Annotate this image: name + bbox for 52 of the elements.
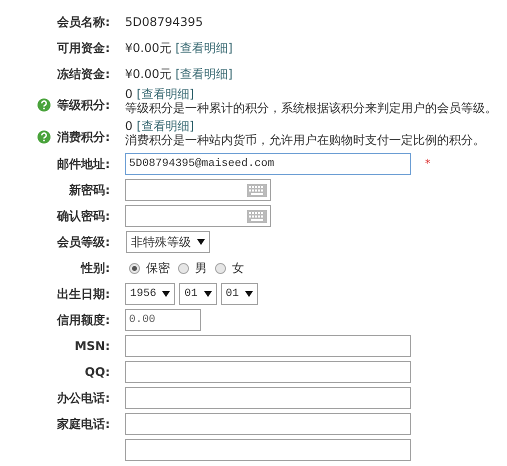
detail-link[interactable]: [查看明细] (136, 87, 194, 101)
field-label: 出生日期: (57, 286, 110, 303)
password-field[interactable] (125, 205, 271, 227)
radio-option[interactable]: 男 (178, 259, 207, 277)
field-label: 确认密码: (57, 208, 110, 225)
required-mark: * (425, 156, 430, 172)
field-label: 性别: (81, 260, 110, 277)
caret-icon (197, 239, 205, 245)
field-label: 新密码: (69, 182, 110, 199)
field-value: 0 (125, 119, 133, 133)
text-field[interactable] (125, 335, 411, 357)
text-field[interactable] (125, 361, 411, 383)
field-label: 会员等级: (57, 234, 110, 251)
field-label: 家庭电话: (57, 416, 110, 433)
credit-field[interactable]: 0.00 (125, 309, 201, 331)
text-field[interactable] (125, 387, 411, 409)
dropdown[interactable]: 1956 (125, 283, 176, 305)
field-label: 办公电话: (57, 390, 110, 407)
keyboard-icon[interactable] (247, 184, 267, 196)
caret-icon (162, 291, 170, 297)
field-value: 0 (125, 87, 133, 101)
detail-link[interactable]: [查看明细] (175, 39, 233, 57)
text-field[interactable] (125, 439, 411, 461)
keyboard-icon[interactable] (247, 210, 267, 222)
help-text: 消费积分是一种站内货币，允许用户在购物时支付一定比例的积分。 (125, 133, 485, 147)
dropdown[interactable]: 01 (220, 283, 258, 305)
field-value: ¥0.00元 (125, 40, 172, 57)
caret-icon (204, 291, 212, 297)
radio-option[interactable]: 保密 (129, 259, 170, 277)
radio-option[interactable]: 女 (215, 259, 244, 277)
help-icon (37, 98, 52, 112)
field-label: 信用额度: (57, 312, 110, 329)
caret-icon (244, 291, 253, 297)
field-label: 冻结资金: (57, 66, 110, 83)
detail-link[interactable]: [查看明细] (175, 65, 233, 83)
detail-link[interactable]: [查看明细] (136, 119, 194, 133)
field-value: 5D08794395 (125, 14, 203, 31)
field-label: 消费积分: (57, 129, 110, 146)
text-field[interactable] (125, 413, 411, 435)
field-label: MSN: (74, 338, 110, 355)
password-field[interactable] (125, 179, 271, 201)
field-label: 等级积分: (57, 97, 110, 114)
help-icon (37, 130, 52, 144)
dropdown[interactable]: 01 (179, 283, 217, 305)
dropdown[interactable]: 非特殊等级 (126, 231, 210, 253)
field-label: QQ: (84, 364, 110, 381)
field-label: 会员名称: (57, 14, 110, 31)
email-field[interactable]: 5D08794395@maiseed.com (125, 153, 411, 175)
field-value: ¥0.00元 (125, 66, 172, 83)
field-label: 邮件地址: (57, 156, 110, 173)
field-label: 可用资金: (57, 40, 110, 57)
help-text: 等级积分是一种累计的积分，系统根据该积分来判定用户的会员等级。 (125, 101, 497, 115)
